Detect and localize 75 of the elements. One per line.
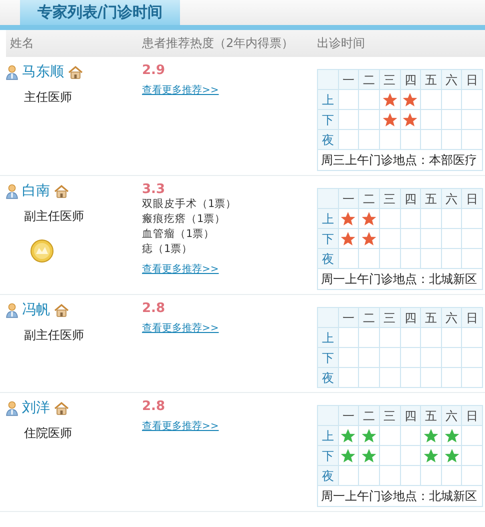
more-recommendations-link[interactable]: 查看更多推荐>> — [142, 419, 219, 433]
day-header: 一 — [338, 70, 359, 90]
period-label: 夜 — [318, 368, 338, 388]
home-icon[interactable] — [54, 304, 69, 316]
doctor-name-link[interactable]: 白南 — [22, 182, 50, 200]
day-header: 三 — [379, 406, 400, 426]
period-label: 上 — [318, 328, 338, 348]
doctor-name-link[interactable]: 刘洋 — [22, 399, 50, 417]
day-header: 六 — [441, 188, 462, 208]
period-label: 上 — [318, 208, 338, 228]
doctor-title: 副主任医师 — [24, 208, 85, 225]
doctor-title: 主任医师 — [24, 89, 73, 106]
recommendation-score: 3.3 — [142, 182, 166, 197]
doctor-icon — [6, 302, 18, 318]
home-icon[interactable] — [68, 66, 83, 78]
period-label: 下 — [318, 228, 338, 248]
day-header: 六 — [441, 308, 462, 328]
period-label: 上 — [318, 90, 338, 110]
day-header: 三 — [379, 70, 400, 90]
clinic-location-note: 周一上午门诊地点：北城新区 — [318, 486, 482, 506]
clinic-location-note: 周一上午门诊地点：北城新区 — [318, 268, 482, 290]
day-header: 五 — [420, 406, 442, 426]
day-header: 一 — [338, 406, 359, 426]
column-header: 患者推荐热度（2年内得票） — [142, 35, 295, 52]
home-icon[interactable] — [54, 402, 69, 414]
doctor-icon — [6, 64, 18, 80]
day-header: 四 — [400, 308, 421, 328]
day-header: 一 — [338, 308, 359, 328]
column-header: 出诊时间 — [317, 35, 366, 52]
doctor-icon — [6, 184, 18, 198]
day-header: 日 — [462, 406, 482, 426]
tab[interactable]: 专家列表/门诊时间 — [20, 0, 180, 25]
day-header: 五 — [420, 308, 442, 328]
doctor-name-link[interactable]: 冯帆 — [22, 301, 50, 319]
day-header: 五 — [420, 70, 442, 90]
day-header: 三 — [379, 188, 400, 208]
period-label: 夜 — [318, 466, 338, 486]
doctor-name-link[interactable]: 马东顺 — [22, 63, 64, 81]
day-header: 二 — [358, 70, 380, 90]
clinic-location-note: 周三上午门诊地点：本部医疗 — [318, 150, 482, 170]
day-header: 五 — [420, 188, 442, 208]
day-header: 日 — [462, 308, 482, 328]
period-label: 夜 — [318, 130, 338, 150]
recommendation-score: 2.9 — [142, 63, 166, 78]
more-recommendations-link[interactable]: 查看更多推荐>> — [142, 262, 219, 276]
more-recommendations-link[interactable]: 查看更多推荐>> — [142, 83, 219, 97]
doctor-title: 副主任医师 — [24, 327, 85, 344]
period-label: 夜 — [318, 248, 338, 268]
period-label: 下 — [318, 110, 338, 130]
recommendation-item: 痣（1票） — [142, 242, 194, 257]
day-header: 二 — [358, 308, 380, 328]
day-header: 六 — [441, 406, 462, 426]
day-header: 六 — [441, 70, 462, 90]
more-recommendations-link[interactable]: 查看更多推荐>> — [142, 321, 219, 335]
day-header: 二 — [358, 406, 380, 426]
day-header: 日 — [462, 70, 482, 90]
day-header: 三 — [379, 308, 400, 328]
recommendation-item: 双眼皮手术（1票） — [142, 197, 238, 212]
period-label: 下 — [318, 446, 338, 466]
day-header: 日 — [462, 188, 482, 208]
recommendation-item: 瘢痕疙瘩（1票） — [142, 212, 227, 227]
doctor-icon — [6, 400, 18, 416]
home-icon[interactable] — [54, 184, 69, 198]
column-header: 姓名 — [9, 35, 35, 52]
period-label: 上 — [318, 426, 338, 446]
period-label: 下 — [318, 348, 338, 368]
doctor-title: 住院医师 — [24, 425, 73, 442]
recommendation-item: 血管瘤（1票） — [142, 227, 216, 242]
day-header: 四 — [400, 188, 421, 208]
day-header: 二 — [358, 188, 380, 208]
day-header: 四 — [400, 406, 421, 426]
recommendation-score: 2.8 — [142, 301, 166, 316]
day-header: 一 — [338, 188, 359, 208]
recommendation-score: 2.8 — [142, 399, 166, 414]
day-header: 四 — [400, 70, 421, 90]
